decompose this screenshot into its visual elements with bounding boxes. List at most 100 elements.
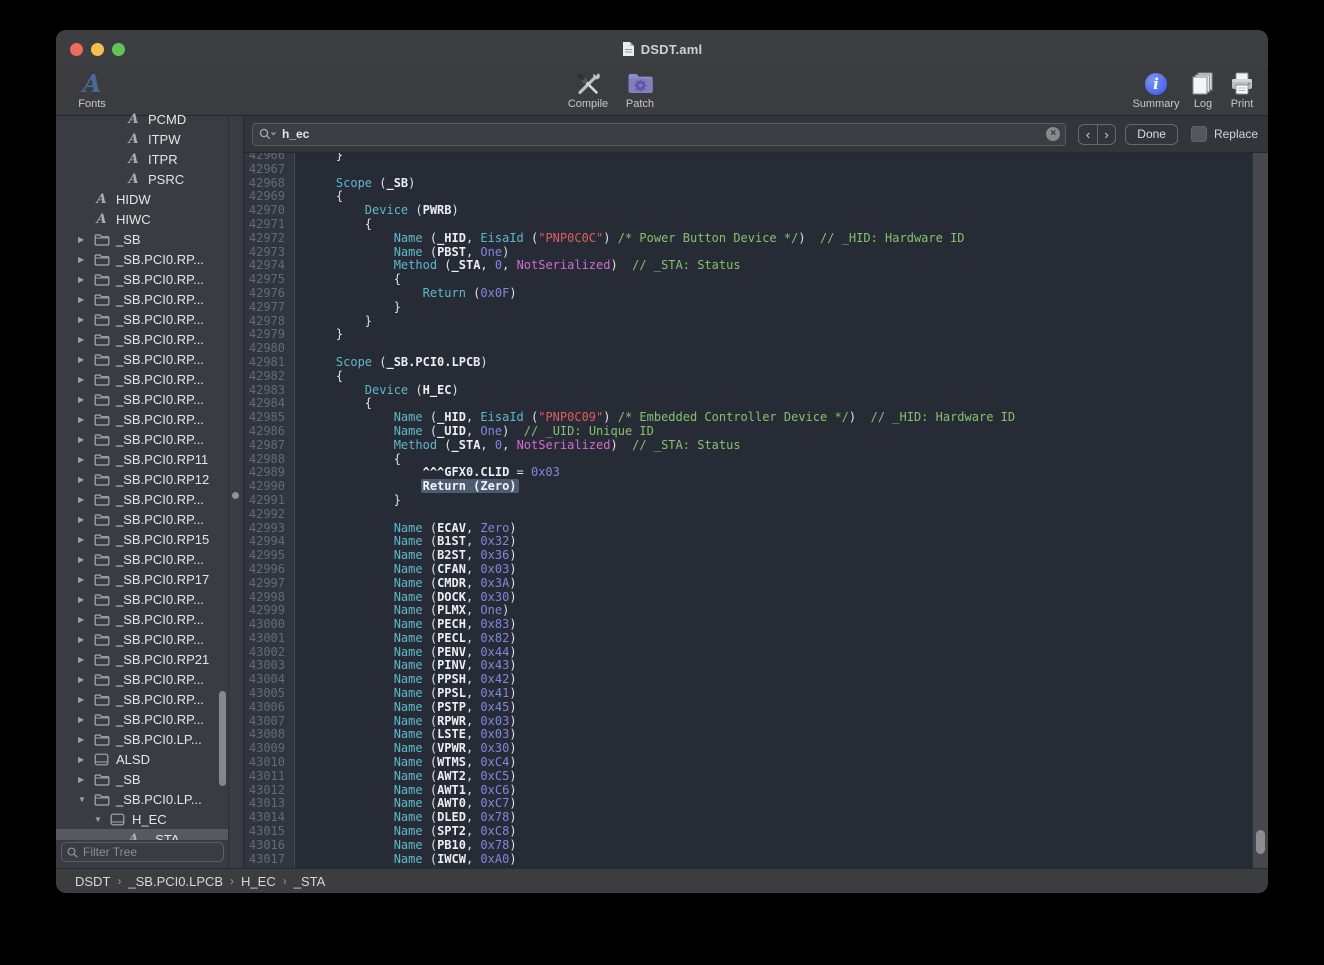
pane-divider[interactable] [228, 116, 244, 868]
code-line-43015[interactable]: 43015 Name (SPT2, 0xC8) [244, 825, 1268, 839]
code-line-43008[interactable]: 43008 Name (LSTE, 0x03) [244, 728, 1268, 742]
code-line-42970[interactable]: 42970 Device (PWRB) [244, 204, 1268, 218]
code-line-42987[interactable]: 42987 Method (_STA, 0, NotSerialized) //… [244, 439, 1268, 453]
disclosure-collapsed-icon[interactable]: ▶ [76, 255, 93, 264]
tree-item-sb-pci0-rp17[interactable]: ▶_SB.PCI0.RP17 [56, 569, 228, 589]
tree-item-pcmd[interactable]: APCMD [56, 109, 228, 129]
code-line-42966[interactable]: 42966 } [244, 153, 1268, 163]
tree-item-sb-pci0-rp[interactable]: ▶_SB.PCI0.RP... [56, 509, 228, 529]
disclosure-collapsed-icon[interactable]: ▶ [76, 355, 93, 364]
code-line-43013[interactable]: 43013 Name (AWT0, 0xC7) [244, 797, 1268, 811]
zoom-button[interactable] [112, 43, 125, 56]
print-button[interactable]: Print [1224, 70, 1260, 110]
code-line-42995[interactable]: 42995 Name (B2ST, 0x36) [244, 549, 1268, 563]
code-line-42983[interactable]: 42983 Device (H_EC) [244, 384, 1268, 398]
titlebar[interactable]: DSDT.aml [56, 30, 1268, 68]
disclosure-collapsed-icon[interactable]: ▶ [76, 495, 93, 504]
disclosure-collapsed-icon[interactable]: ▶ [76, 295, 93, 304]
tree-item-itpr[interactable]: AITPR [56, 149, 228, 169]
code-line-42974[interactable]: 42974 Method (_STA, 0, NotSerialized) //… [244, 259, 1268, 273]
done-button[interactable]: Done [1125, 124, 1178, 145]
close-button[interactable] [70, 43, 83, 56]
code-line-42999[interactable]: 42999 Name (PLMX, One) [244, 604, 1268, 618]
compile-button[interactable]: Compile [562, 70, 614, 110]
tree-item-sb-pci0-rp[interactable]: ▶_SB.PCI0.RP... [56, 429, 228, 449]
tree-item-sb[interactable]: ▶_SB [56, 769, 228, 789]
tree-item-sb-pci0-rp21[interactable]: ▶_SB.PCI0.RP21 [56, 649, 228, 669]
code-line-43005[interactable]: 43005 Name (PPSL, 0x41) [244, 687, 1268, 701]
disclosure-collapsed-icon[interactable]: ▶ [76, 775, 93, 784]
tree-item-hiwc[interactable]: AHIWC [56, 209, 228, 229]
disclosure-collapsed-icon[interactable]: ▶ [76, 755, 93, 764]
disclosure-collapsed-icon[interactable]: ▶ [76, 615, 93, 624]
disclosure-collapsed-icon[interactable]: ▶ [76, 315, 93, 324]
code-line-43017[interactable]: 43017 Name (IWCW, 0xA0) [244, 853, 1268, 867]
tree-item-itpw[interactable]: AITPW [56, 129, 228, 149]
filter-tree-input[interactable]: Filter Tree [61, 842, 224, 862]
editor-scrollbar-track[interactable] [1252, 153, 1268, 868]
disclosure-collapsed-icon[interactable]: ▶ [76, 735, 93, 744]
tree-item-sb-pci0-lp[interactable]: ▶_SB.PCI0.LP... [56, 729, 228, 749]
tree-item-sb-pci0-rp[interactable]: ▶_SB.PCI0.RP... [56, 369, 228, 389]
summary-button[interactable]: i Summary [1128, 70, 1184, 110]
disclosure-collapsed-icon[interactable]: ▶ [76, 535, 93, 544]
code-line-43001[interactable]: 43001 Name (PECL, 0x82) [244, 632, 1268, 646]
tree-item-psrc[interactable]: APSRC [56, 169, 228, 189]
code-line-43009[interactable]: 43009 Name (VPWR, 0x30) [244, 742, 1268, 756]
tree-item-sb-pci0-rp[interactable]: ▶_SB.PCI0.RP... [56, 269, 228, 289]
code-line-42973[interactable]: 42973 Name (PBST, One) [244, 246, 1268, 260]
search-input[interactable]: h_ec × [252, 123, 1066, 146]
code-line-42972[interactable]: 42972 Name (_HID, EisaId ("PNP0C0C") /* … [244, 232, 1268, 246]
sidebar-scrollbar-thumb[interactable] [219, 691, 226, 786]
code-line-43012[interactable]: 43012 Name (AWT1, 0xC6) [244, 784, 1268, 798]
divider-handle-icon[interactable] [232, 492, 239, 499]
code-line-42986[interactable]: 42986 Name (_UID, One) // _UID: Unique I… [244, 425, 1268, 439]
disclosure-collapsed-icon[interactable]: ▶ [76, 595, 93, 604]
code-line-43014[interactable]: 43014 Name (DLED, 0x78) [244, 811, 1268, 825]
code-line-43016[interactable]: 43016 Name (PB10, 0x78) [244, 839, 1268, 853]
disclosure-collapsed-icon[interactable]: ▶ [76, 555, 93, 564]
disclosure-collapsed-icon[interactable]: ▶ [76, 435, 93, 444]
tree-item-sb-pci0-rp[interactable]: ▶_SB.PCI0.RP... [56, 309, 228, 329]
disclosure-collapsed-icon[interactable]: ▶ [76, 475, 93, 484]
tree-item-sb-pci0-rp[interactable]: ▶_SB.PCI0.RP... [56, 709, 228, 729]
log-button[interactable]: Log [1184, 70, 1222, 110]
breadcrumb-item-dsdt[interactable]: DSDT [75, 874, 110, 889]
code-line-43010[interactable]: 43010 Name (WTMS, 0xC4) [244, 756, 1268, 770]
tree-item-sb-pci0-rp[interactable]: ▶_SB.PCI0.RP... [56, 689, 228, 709]
code-line-42992[interactable]: 42992 [244, 508, 1268, 522]
code-line-42979[interactable]: 42979 } [244, 328, 1268, 342]
tree-item-sb-pci0-rp[interactable]: ▶_SB.PCI0.RP... [56, 669, 228, 689]
tree-item-sb-pci0-lp[interactable]: ▼_SB.PCI0.LP... [56, 789, 228, 809]
disclosure-collapsed-icon[interactable]: ▶ [76, 715, 93, 724]
breadcrumb-item-sta[interactable]: _STA [294, 874, 326, 889]
tree-item-alsd[interactable]: ▶ALSD [56, 749, 228, 769]
tree-item-sb-pci0-rp[interactable]: ▶_SB.PCI0.RP... [56, 329, 228, 349]
tree-item-sb-pci0-rp12[interactable]: ▶_SB.PCI0.RP12 [56, 469, 228, 489]
tree-item-sb-pci0-rp[interactable]: ▶_SB.PCI0.RP... [56, 289, 228, 309]
tree-item-sb[interactable]: ▶_SB [56, 229, 228, 249]
tree-item-sb-pci0-rp11[interactable]: ▶_SB.PCI0.RP11 [56, 449, 228, 469]
breadcrumb-item-sb-pci0-lpcb[interactable]: _SB.PCI0.LPCB [128, 874, 223, 889]
disclosure-collapsed-icon[interactable]: ▶ [76, 575, 93, 584]
code-line-42984[interactable]: 42984 { [244, 397, 1268, 411]
code-line-42989[interactable]: 42989 ^^^GFX0.CLID = 0x03 [244, 466, 1268, 480]
disclosure-collapsed-icon[interactable]: ▶ [76, 375, 93, 384]
tree-item-sb-pci0-rp[interactable]: ▶_SB.PCI0.RP... [56, 349, 228, 369]
code-line-43011[interactable]: 43011 Name (AWT2, 0xC5) [244, 770, 1268, 784]
code-line-42988[interactable]: 42988 { [244, 453, 1268, 467]
tree-item-sb-pci0-rp[interactable]: ▶_SB.PCI0.RP... [56, 249, 228, 269]
code-line-42990[interactable]: 42990 Return (Zero) [244, 480, 1268, 494]
code-line-43006[interactable]: 43006 Name (PSTP, 0x45) [244, 701, 1268, 715]
disclosure-collapsed-icon[interactable]: ▶ [76, 415, 93, 424]
code-line-42982[interactable]: 42982 { [244, 370, 1268, 384]
editor-scrollbar-thumb[interactable] [1256, 830, 1265, 854]
disclosure-collapsed-icon[interactable]: ▶ [76, 395, 93, 404]
code-line-42994[interactable]: 42994 Name (B1ST, 0x32) [244, 535, 1268, 549]
tree-item-sb-pci0-rp15[interactable]: ▶_SB.PCI0.RP15 [56, 529, 228, 549]
tree-item-sb-pci0-rp[interactable]: ▶_SB.PCI0.RP... [56, 609, 228, 629]
disclosure-collapsed-icon[interactable]: ▶ [76, 455, 93, 464]
code-line-42975[interactable]: 42975 { [244, 273, 1268, 287]
code-line-42971[interactable]: 42971 { [244, 218, 1268, 232]
disclosure-collapsed-icon[interactable]: ▶ [76, 515, 93, 524]
